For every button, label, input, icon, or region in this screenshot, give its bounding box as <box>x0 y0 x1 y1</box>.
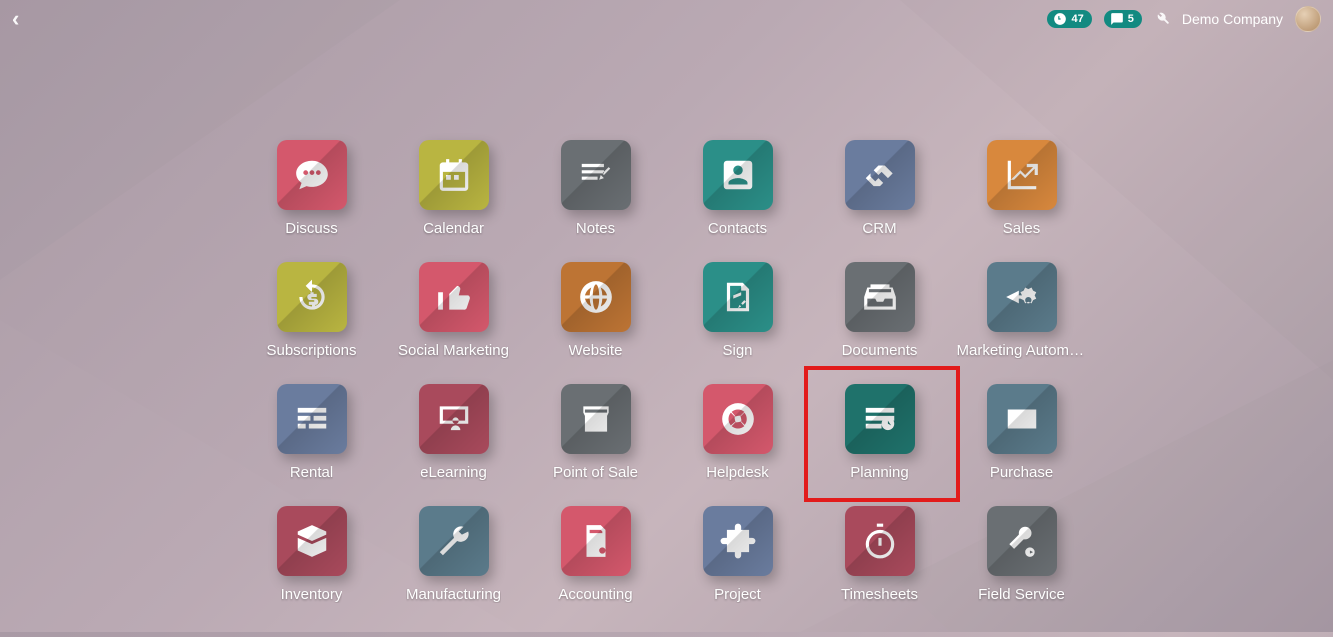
board-icon <box>419 384 489 454</box>
app-label: Marketing Automation <box>957 342 1087 359</box>
app-label: Social Marketing <box>398 342 509 359</box>
app-elearning[interactable]: eLearning <box>383 384 525 506</box>
wrench-icon <box>419 506 489 576</box>
app-label: Notes <box>576 220 615 237</box>
app-label: Subscriptions <box>266 342 356 359</box>
app-label: Helpdesk <box>706 464 769 481</box>
app-label: Contacts <box>708 220 767 237</box>
thumbsup-icon <box>419 262 489 332</box>
company-selector[interactable]: Demo Company <box>1182 11 1283 27</box>
chat-icon <box>277 140 347 210</box>
messages-badge[interactable]: 5 <box>1104 10 1142 28</box>
app-timesheets[interactable]: Timesheets <box>809 506 951 628</box>
app-label: Documents <box>842 342 918 359</box>
app-label: Manufacturing <box>406 586 501 603</box>
app-label: Sign <box>722 342 752 359</box>
app-label: Timesheets <box>841 586 918 603</box>
handshake-icon <box>845 140 915 210</box>
app-accounting[interactable]: Accounting <box>525 506 667 628</box>
invoice-icon <box>561 506 631 576</box>
clock-icon <box>1053 12 1067 26</box>
app-purchase[interactable]: Purchase <box>951 384 1093 506</box>
app-label: Field Service <box>978 586 1065 603</box>
app-label: eLearning <box>420 464 487 481</box>
app-label: Point of Sale <box>553 464 638 481</box>
app-label: CRM <box>862 220 896 237</box>
app-sales[interactable]: Sales <box>951 140 1093 262</box>
app-sign[interactable]: Sign <box>667 262 809 384</box>
back-button[interactable]: ‹ <box>12 8 19 30</box>
activities-count: 47 <box>1071 13 1083 25</box>
app-discuss[interactable]: Discuss <box>241 140 383 262</box>
app-label: Purchase <box>990 464 1053 481</box>
app-subscriptions[interactable]: Subscriptions <box>241 262 383 384</box>
speech-icon <box>1110 12 1124 26</box>
debug-icon[interactable] <box>1154 11 1170 27</box>
chart-up-icon <box>987 140 1057 210</box>
app-contacts[interactable]: Contacts <box>667 140 809 262</box>
store-icon <box>561 384 631 454</box>
app-rental[interactable]: Rental <box>241 384 383 506</box>
app-calendar[interactable]: Calendar <box>383 140 525 262</box>
sign-icon <box>703 262 773 332</box>
calendar-icon <box>419 140 489 210</box>
schedule-icon <box>845 384 915 454</box>
stopwatch-icon <box>845 506 915 576</box>
refresh-dollar-icon <box>277 262 347 332</box>
app-planning[interactable]: Planning <box>809 384 951 506</box>
app-notes[interactable]: Notes <box>525 140 667 262</box>
grid-cal-icon <box>277 384 347 454</box>
lifering-icon <box>703 384 773 454</box>
app-crm[interactable]: CRM <box>809 140 951 262</box>
app-label: Website <box>569 342 623 359</box>
app-manufacturing[interactable]: Manufacturing <box>383 506 525 628</box>
app-social-marketing[interactable]: Social Marketing <box>383 262 525 384</box>
messages-count: 5 <box>1128 13 1134 25</box>
app-marketing-automation[interactable]: Marketing Automation <box>951 262 1093 384</box>
app-label: Discuss <box>285 220 338 237</box>
card-icon <box>987 384 1057 454</box>
apps-grid: Discuss Calendar Notes Contacts CRM Sales Subs… <box>241 140 1093 628</box>
gear-send-icon <box>987 262 1057 332</box>
puzzle-icon <box>703 506 773 576</box>
contacts-icon <box>703 140 773 210</box>
activities-badge[interactable]: 47 <box>1047 10 1091 28</box>
app-helpdesk[interactable]: Helpdesk <box>667 384 809 506</box>
app-label: Accounting <box>558 586 632 603</box>
app-project[interactable]: Project <box>667 506 809 628</box>
user-avatar[interactable] <box>1295 6 1321 32</box>
app-label: Project <box>714 586 761 603</box>
service-icon <box>987 506 1057 576</box>
app-label: Planning <box>850 464 908 481</box>
app-inventory[interactable]: Inventory <box>241 506 383 628</box>
app-label: Inventory <box>281 586 343 603</box>
app-label: Calendar <box>423 220 484 237</box>
drawer-icon <box>845 262 915 332</box>
app-label: Sales <box>1003 220 1041 237</box>
app-point-of-sale[interactable]: Point of Sale <box>525 384 667 506</box>
navbar: ‹ 47 5 Demo Company <box>0 0 1333 38</box>
app-documents[interactable]: Documents <box>809 262 951 384</box>
box-icon <box>277 506 347 576</box>
globe-icon <box>561 262 631 332</box>
app-website[interactable]: Website <box>525 262 667 384</box>
app-field-service[interactable]: Field Service <box>951 506 1093 628</box>
notes-icon <box>561 140 631 210</box>
app-label: Rental <box>290 464 333 481</box>
